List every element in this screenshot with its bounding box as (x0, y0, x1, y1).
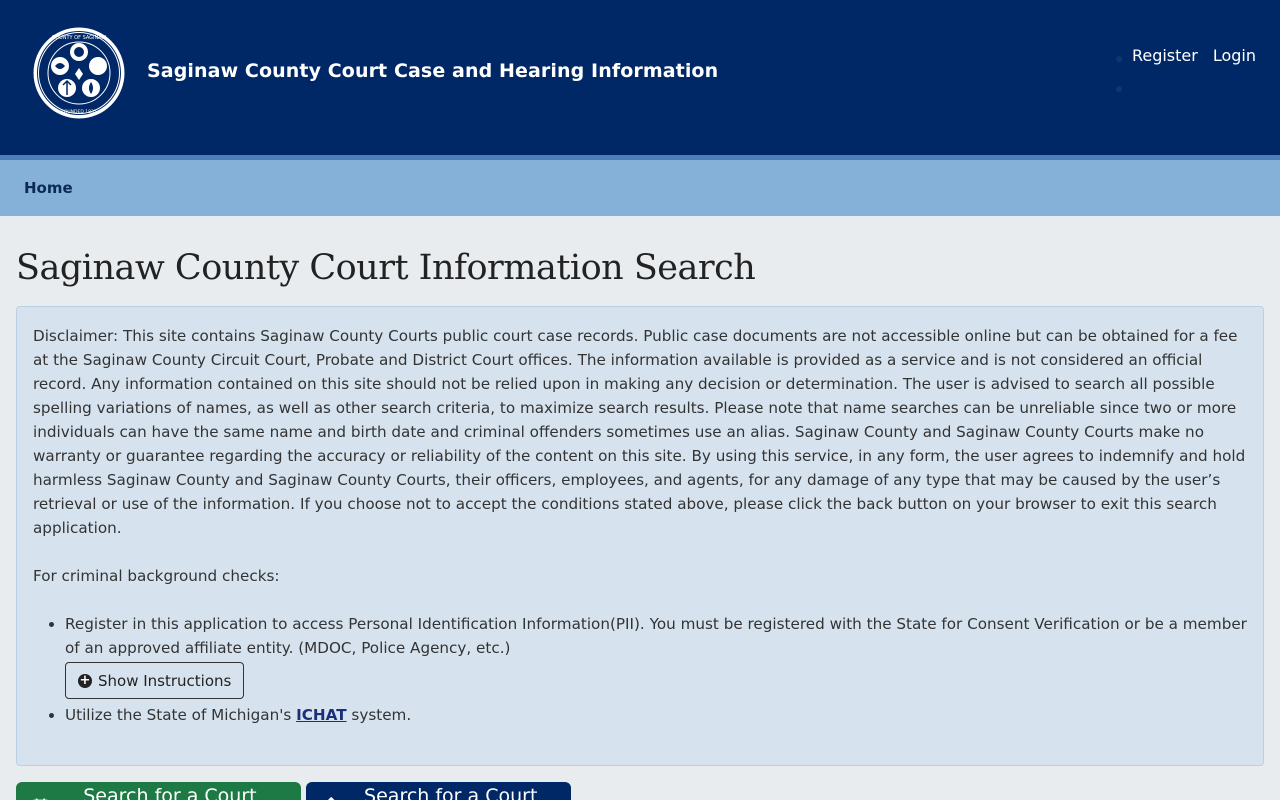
search-docket-button[interactable]: Search for a Court Docket (16, 782, 301, 800)
disclaimer-text: Disclaimer: This site contains Saginaw C… (33, 327, 1246, 537)
list-item: Utilize the State of Michigan's ICHAT sy… (65, 703, 1247, 727)
list-item: Register in this application to access P… (65, 612, 1247, 703)
background-check-heading: For criminal background checks: (33, 567, 280, 585)
ichat-link[interactable]: ICHAT (296, 706, 346, 724)
search-docket-label: Search for a Court Docket (83, 785, 257, 800)
page-title: Saginaw County Court Information Search (16, 248, 756, 288)
seal-text-top: COUNTY OF SAGINAW (52, 35, 107, 41)
county-seal-icon[interactable]: COUNTY OF SAGINAW FOUNDED 1835 (32, 26, 126, 120)
nav-bullet-icon (1116, 56, 1122, 62)
register-link[interactable]: Register (1132, 46, 1198, 65)
main-content: Saginaw County Court Information Search … (0, 216, 1280, 800)
seal-text-bottom: FOUNDED 1835 (61, 109, 97, 115)
nav-bullet-icon (1116, 86, 1122, 92)
disclaimer-panel: Disclaimer: This site contains Saginaw C… (16, 306, 1264, 766)
nav-home-link[interactable]: Home (24, 179, 73, 197)
register-instruction-text: Register in this application to access P… (65, 615, 1247, 657)
search-case-button[interactable]: Search for a Court Case (306, 782, 571, 800)
background-check-list: Register in this application to access P… (65, 612, 1247, 727)
show-instructions-button[interactable]: + Show Instructions (65, 662, 245, 699)
ichat-suffix: system. (346, 706, 412, 724)
ichat-prefix: Utilize the State of Michigan's (65, 706, 297, 724)
account-nav: Register Login (1132, 46, 1256, 65)
site-title[interactable]: Saginaw County Court Case and Hearing In… (147, 60, 718, 82)
show-instructions-label: Show Instructions (98, 671, 232, 690)
main-navbar: Home (0, 160, 1280, 216)
site-header: COUNTY OF SAGINAW FOUNDED 1835 Saginaw C… (0, 0, 1280, 155)
plus-circle-icon: + (78, 673, 92, 688)
login-link[interactable]: Login (1213, 46, 1256, 65)
search-actions: Search for a Court Docket Search for a C… (16, 782, 1264, 800)
search-case-label: Search for a Court Case (364, 785, 538, 800)
